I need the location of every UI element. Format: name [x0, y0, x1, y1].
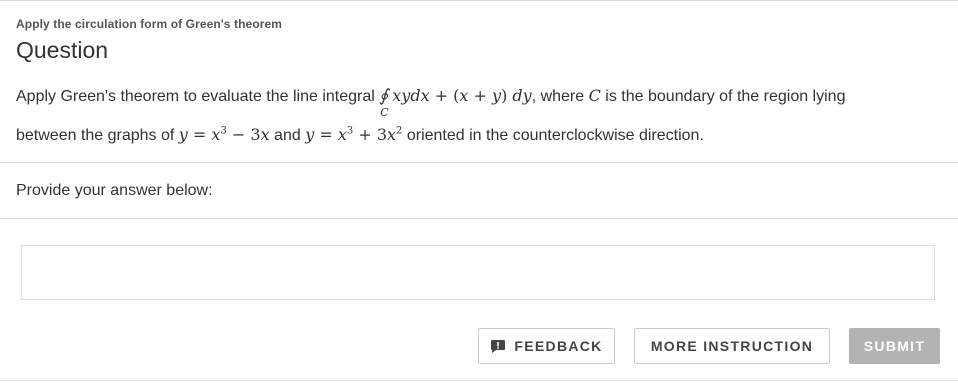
answer-prompt: Provide your answer below: — [16, 182, 213, 199]
submit-label: SUBMIT — [863, 338, 926, 354]
question-text: oriented in the counterclockwise directi… — [402, 127, 704, 144]
question-line-1: Apply Green's theorem to evaluate the li… — [16, 86, 846, 119]
question-text: and — [269, 127, 306, 144]
question-text: , where — [531, 88, 589, 105]
feedback-label: FEEDBACK — [514, 338, 603, 354]
question-text: between the graphs of — [16, 127, 179, 144]
contour-integral-symbol: ∮ C — [379, 86, 389, 119]
breadcrumb: Apply the circulation form of Green's th… — [16, 17, 283, 31]
page-title: Question — [16, 37, 109, 63]
answer-input[interactable] — [21, 245, 935, 300]
equation-2: y = x3 + 3x2 — [305, 125, 403, 144]
feedback-button[interactable]: FEEDBACK — [478, 328, 615, 364]
more-instruction-button[interactable]: MORE INSTRUCTION — [634, 328, 830, 364]
top-divider — [0, 0, 958, 1]
integral-subscript: C — [380, 106, 389, 119]
equation-1: y = x3 − 3x — [178, 125, 270, 144]
question-line-2: between the graphs of y = x3 − 3x and y … — [16, 125, 704, 145]
question-text: Apply Green's theorem to evaluate the li… — [16, 88, 380, 105]
section-divider — [0, 218, 958, 219]
submit-button[interactable]: SUBMIT — [849, 328, 940, 364]
curve-symbol: C — [588, 86, 601, 105]
section-divider — [0, 162, 958, 163]
speech-bubble-exclamation-icon — [490, 339, 506, 353]
integrand: xydx + (x + y) dy — [392, 86, 532, 105]
bottom-divider — [0, 380, 958, 381]
question-text: is the boundary of the region lying — [600, 88, 846, 105]
more-instruction-label: MORE INSTRUCTION — [650, 338, 814, 354]
